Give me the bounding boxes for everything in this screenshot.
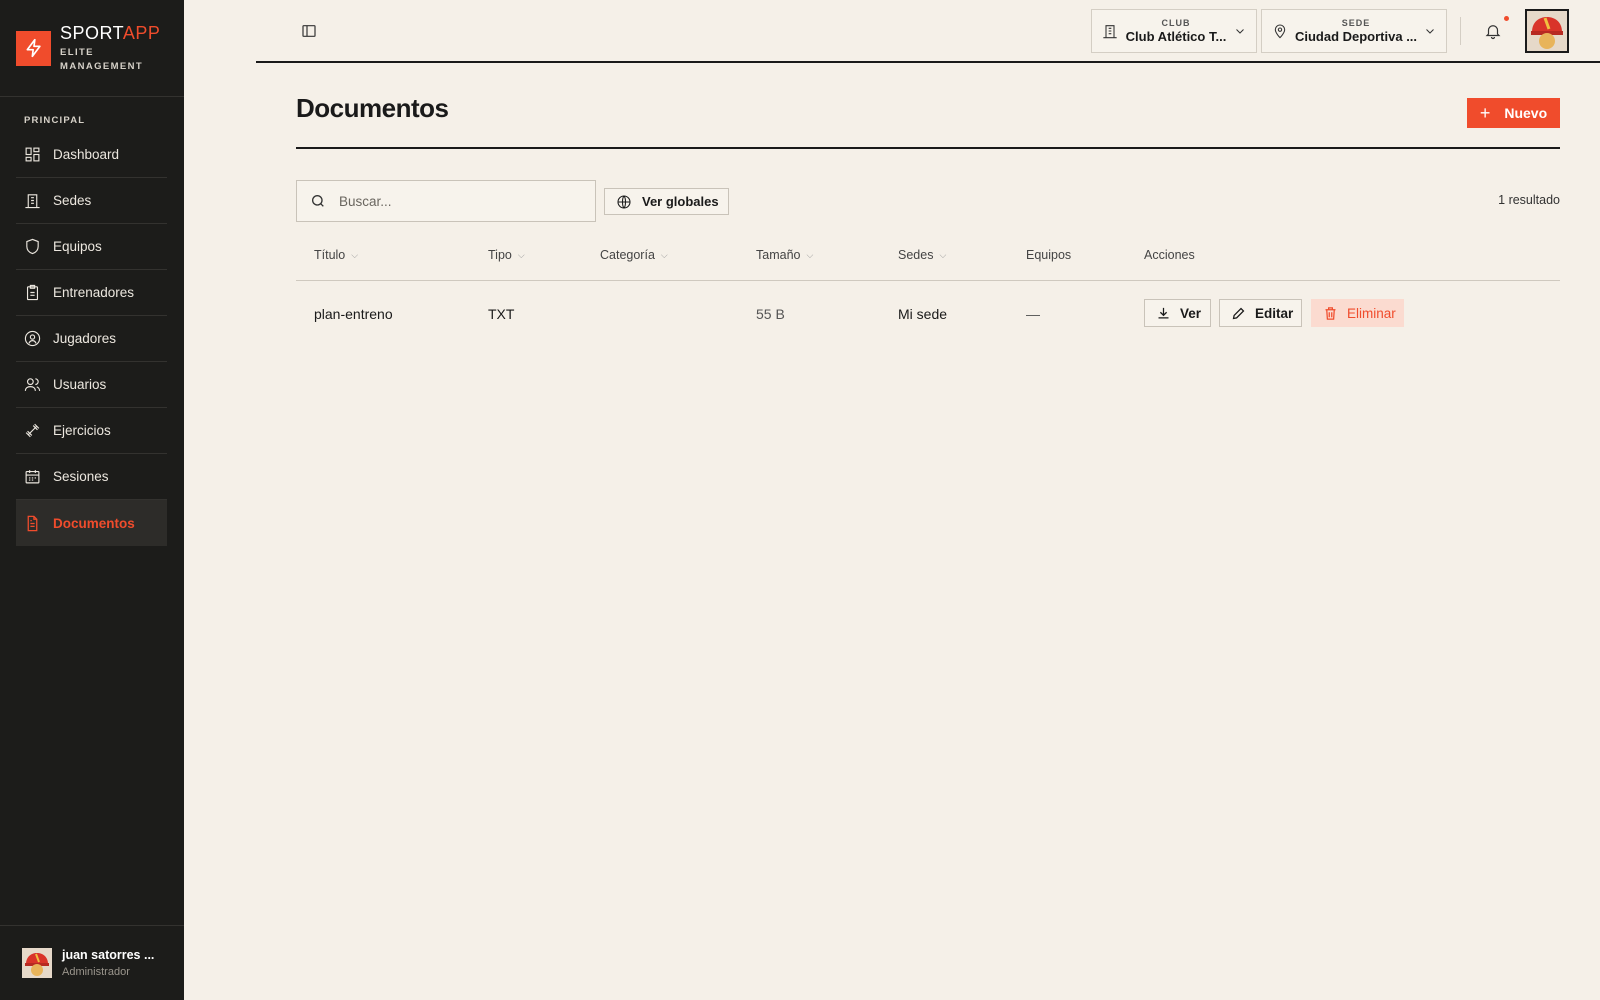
- column-header-equipos: Equipos: [1026, 248, 1072, 262]
- cell-titulo: plan-entreno: [314, 306, 393, 322]
- sidebar-item-label: Entrenadores: [53, 285, 135, 300]
- delete-button-label: Eliminar: [1347, 305, 1396, 321]
- sidebar-item-usuarios[interactable]: Usuarios: [16, 362, 167, 408]
- sede-value: Ciudad Deportiva ...: [1294, 29, 1418, 44]
- clipboard-icon: [26, 284, 39, 301]
- new-button-label: Nuevo: [1504, 105, 1548, 121]
- column-header-acciones: Acciones: [1144, 248, 1195, 262]
- shield-icon: [26, 238, 39, 255]
- edit-button-label: Editar: [1255, 305, 1294, 321]
- nav-section-label: PRINCIPAL: [24, 115, 86, 126]
- download-icon: [1158, 307, 1169, 318]
- trash-icon: [1325, 306, 1336, 320]
- pencil-icon: [1232, 307, 1245, 319]
- cell-equipos: —: [1026, 306, 1040, 322]
- chevron-down-icon: ⌵: [351, 249, 359, 260]
- building-icon: [1103, 25, 1117, 39]
- brand-name: SPORTAPP: [60, 22, 161, 43]
- top-header: CLUB Club Atlético T... SEDE Ciudad Depo…: [256, 0, 1600, 63]
- brand-subtitle: ELITE MANAGEMENT: [60, 46, 144, 72]
- table-header: Título ⌵ Tipo ⌵ Categoría ⌵ Tamaño ⌵ Sedes ⌵ …: [296, 234, 1560, 281]
- user-name: juan satorres ...: [62, 948, 155, 962]
- sidebar-item-jugadores[interactable]: Jugadores: [16, 316, 167, 362]
- sidebar-item-entrenadores[interactable]: Entrenadores: [16, 270, 167, 316]
- table-row: plan-entreno TXT 55 B Mi sede — Ver Edit…: [296, 282, 1560, 344]
- building-icon: [25, 194, 40, 209]
- dumbbell-icon: [25, 423, 40, 438]
- sidebar-item-sedes[interactable]: Sedes: [16, 178, 167, 224]
- sidebar: SPORTAPP ELITE MANAGEMENT PRINCIPAL Dashb…: [0, 0, 184, 1000]
- sidebar-item-label: Equipos: [53, 239, 102, 254]
- column-header-tipo[interactable]: Tipo ⌵: [488, 248, 525, 262]
- map-pin-icon: [1274, 24, 1286, 39]
- user-circle-icon: [24, 330, 41, 347]
- chevron-down-icon: ⌵: [939, 249, 947, 260]
- lightning-icon: [16, 30, 51, 66]
- edit-button[interactable]: Editar: [1219, 299, 1302, 327]
- sidebar-item-ejercicios[interactable]: Ejercicios: [16, 408, 167, 454]
- document-icon: [27, 515, 38, 531]
- club-label: CLUB: [1161, 18, 1191, 28]
- sidebar-item-label: Ejercicios: [53, 423, 111, 438]
- sidebar-item-label: Sesiones: [53, 469, 109, 484]
- globals-button-label: Ver globales: [642, 194, 719, 209]
- cell-tamano: 55 B: [756, 306, 785, 322]
- sidebar-item-documentos[interactable]: Documentos: [16, 500, 167, 546]
- search-input[interactable]: [339, 193, 579, 209]
- sidebar-item-label: Documentos: [53, 515, 135, 531]
- sidebar-user[interactable]: juan satorres ... Administrador: [0, 925, 184, 1000]
- club-value: Club Atlético T...: [1125, 29, 1227, 44]
- chevron-down-icon: [1426, 29, 1434, 34]
- column-header-titulo[interactable]: Título ⌵: [314, 248, 358, 262]
- view-globals-button[interactable]: Ver globales: [604, 188, 729, 215]
- sidebar-item-dashboard[interactable]: Dashboard: [16, 132, 167, 178]
- sidebar-toggle-icon[interactable]: [301, 23, 317, 39]
- view-button-label: Ver: [1180, 305, 1202, 321]
- cell-tipo: TXT: [488, 306, 515, 322]
- chevron-down-icon: ⌵: [517, 249, 525, 260]
- chevron-down-icon: [1236, 29, 1244, 34]
- sede-label: SEDE: [1341, 18, 1371, 28]
- plus-icon: +: [1479, 102, 1491, 123]
- user-role: Administrador: [62, 966, 130, 978]
- club-selector[interactable]: CLUB Club Atlético T...: [1091, 9, 1257, 53]
- column-header-categoria[interactable]: Categoría ⌵: [600, 248, 668, 262]
- avatar[interactable]: [1525, 9, 1569, 53]
- chevron-down-icon: ⌵: [660, 249, 668, 260]
- page-title: Documentos: [296, 93, 449, 123]
- globe-icon: [617, 194, 631, 209]
- search-box[interactable]: [296, 180, 596, 222]
- sidebar-item-label: Sedes: [53, 193, 92, 208]
- search-icon: [312, 195, 324, 207]
- delete-button[interactable]: Eliminar: [1311, 299, 1404, 327]
- column-header-sedes[interactable]: Sedes ⌵: [898, 248, 946, 262]
- header-divider: [1460, 17, 1461, 45]
- sidebar-item-equipos[interactable]: Equipos: [16, 224, 167, 270]
- brand[interactable]: SPORTAPP ELITE MANAGEMENT: [0, 0, 184, 97]
- column-header-tamano[interactable]: Tamaño ⌵: [756, 248, 813, 262]
- result-count: 1 resultado: [1498, 193, 1560, 207]
- avatar: [22, 948, 52, 978]
- calendar-icon: [25, 470, 40, 484]
- notification-dot: [1504, 16, 1509, 21]
- sidebar-nav: Dashboard Sedes Equipos Entrenadores Jug…: [0, 132, 184, 546]
- view-button[interactable]: Ver: [1144, 299, 1211, 327]
- sidebar-item-label: Jugadores: [53, 331, 117, 346]
- sidebar-item-sesiones[interactable]: Sesiones: [16, 454, 167, 500]
- dashboard-icon: [25, 147, 40, 162]
- cell-sedes: Mi sede: [898, 306, 948, 322]
- sidebar-item-label: Usuarios: [53, 377, 107, 392]
- sidebar-item-label: Dashboard: [53, 147, 120, 162]
- sede-selector[interactable]: SEDE Ciudad Deportiva ...: [1261, 9, 1447, 53]
- new-document-button[interactable]: + Nuevo: [1467, 98, 1560, 128]
- chevron-down-icon: ⌵: [806, 249, 814, 260]
- title-divider: [296, 147, 1560, 149]
- bell-icon[interactable]: [1484, 22, 1502, 40]
- users-icon: [24, 378, 41, 391]
